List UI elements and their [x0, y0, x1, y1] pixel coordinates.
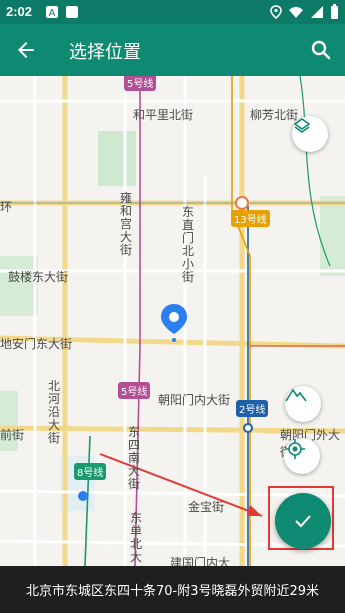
street-label: 建国门内大	[170, 556, 231, 566]
park-area	[0, 256, 38, 316]
street-label: 地安门东大街	[0, 337, 73, 351]
metro-badge: 5号线	[118, 382, 151, 399]
street-label: 北河沿大街	[48, 379, 61, 445]
street-label: 鼓楼东大街	[8, 270, 69, 284]
street-label: 金宝街	[188, 500, 225, 514]
terrain-button[interactable]	[285, 386, 321, 422]
park-area	[320, 196, 345, 276]
signal-icon	[311, 5, 323, 18]
street-label: 东单北大	[130, 511, 143, 564]
notification-square-icon	[66, 6, 78, 18]
location-icon	[270, 4, 282, 19]
location-pin-icon[interactable]	[159, 302, 189, 342]
station-marker	[243, 423, 253, 433]
address-text: 北京市东城区东四十条70-附3号晓磊外贸附近29米	[25, 584, 320, 599]
my-location-icon	[285, 439, 305, 459]
metro-badge: 8号线	[74, 463, 107, 480]
station-marker	[235, 196, 249, 210]
layers-icon	[293, 118, 311, 133]
check-icon	[295, 515, 311, 528]
street-label: 东直门北小街	[182, 205, 195, 284]
street-label: 和平里北街	[133, 108, 194, 122]
metro-badge: 13号线	[231, 210, 270, 227]
notification-a-icon: A	[46, 6, 58, 19]
street-label: 雍和宫大街	[120, 191, 133, 257]
arrow-left-icon[interactable]	[14, 38, 38, 62]
status-bar: 2:02 A	[0, 0, 345, 24]
terrain-icon	[285, 388, 307, 402]
wifi-icon	[289, 6, 303, 18]
park-area	[98, 131, 136, 186]
page-title: 选择位置	[69, 42, 141, 63]
app-bar: 选择位置	[0, 24, 345, 76]
confirm-button[interactable]	[275, 493, 331, 549]
current-location-dot	[78, 491, 88, 501]
status-left-icons: A	[45, 5, 79, 19]
my-location-button[interactable]	[284, 438, 320, 474]
street-label: 柳芳北街	[250, 108, 299, 122]
street-label: 东四南大街	[128, 425, 141, 491]
status-time: 2:02	[6, 4, 33, 19]
street-label: 朝阳门内大街	[158, 393, 231, 407]
layers-button[interactable]	[292, 116, 328, 152]
status-right-icons	[270, 4, 339, 19]
search-icon[interactable]	[309, 38, 333, 62]
street-label: 环	[0, 200, 13, 214]
metro-badge: 2号线	[236, 400, 269, 417]
metro-badge: 5号线	[124, 76, 157, 91]
battery-icon	[331, 4, 338, 19]
address-bar: 北京市东城区东四十条70-附3号晓磊外贸附近29米	[0, 566, 345, 613]
svg-text:A: A	[49, 8, 56, 19]
street-label: 前街	[0, 428, 25, 442]
